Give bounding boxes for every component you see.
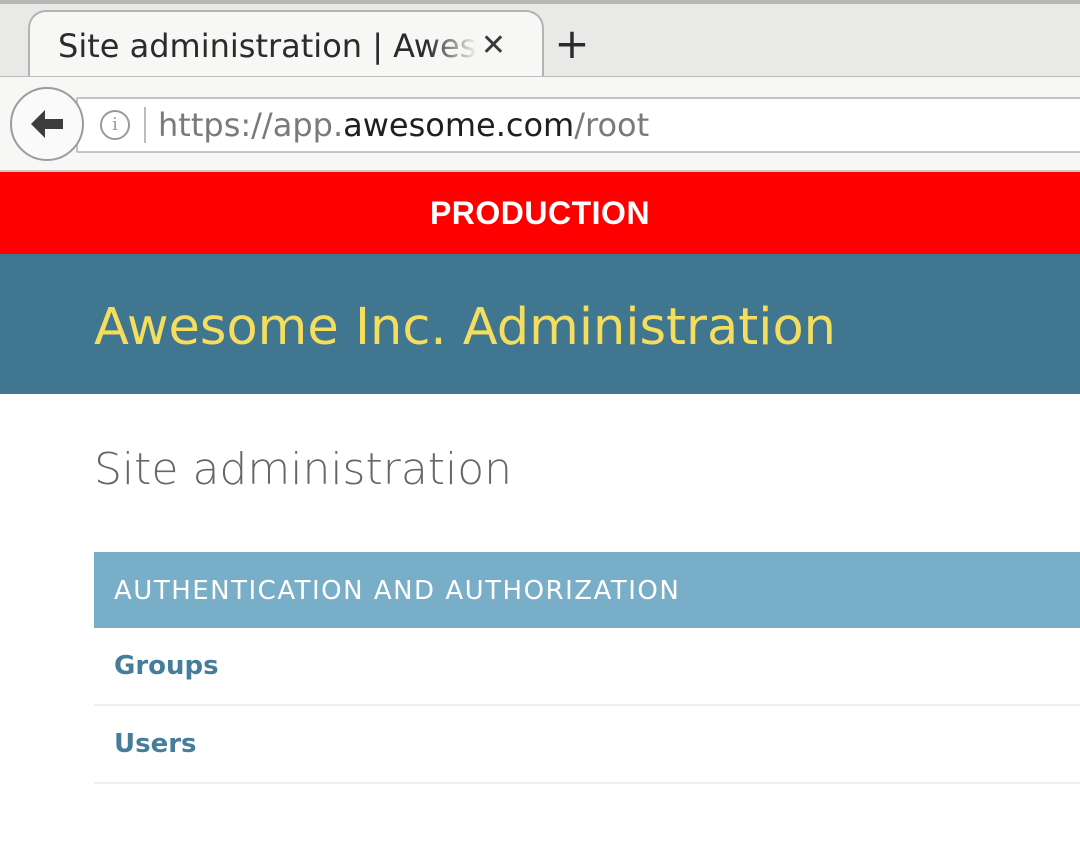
url-text[interactable]: https://app.awesome.com/root (158, 106, 649, 144)
url-separator (144, 107, 146, 143)
environment-banner: PRODUCTION (0, 172, 1080, 254)
model-row-users: Users (94, 706, 1080, 784)
back-button[interactable] (10, 87, 84, 161)
module-caption-link[interactable]: AUTHENTICATION AND AUTHORIZATION (94, 552, 1080, 628)
info-icon[interactable]: i (100, 110, 130, 140)
url-bar[interactable]: i https://app.awesome.com/root (76, 97, 1080, 153)
tab-title: Site administration | Awesome Inc. Admin… (58, 27, 478, 65)
url-host: awesome.com (343, 106, 575, 144)
browser-tabstrip: Site administration | Awesome Inc. Admin… (0, 0, 1080, 80)
browser-navbar: i https://app.awesome.com/root (0, 76, 1080, 172)
browser-tab-active[interactable]: Site administration | Awesome Inc. Admin… (28, 10, 544, 80)
model-link-groups[interactable]: Groups (114, 651, 219, 681)
model-row-groups: Groups (94, 628, 1080, 706)
app-module-auth: AUTHENTICATION AND AUTHORIZATION Groups … (94, 552, 1080, 784)
site-title-link[interactable]: Awesome Inc. Administration (94, 254, 1080, 402)
model-link-users[interactable]: Users (114, 729, 197, 759)
page-title: Site administration (94, 444, 513, 495)
site-header: Awesome Inc. Administration (0, 254, 1080, 394)
close-icon[interactable]: ✕ (481, 26, 506, 66)
plus-icon[interactable]: + (552, 22, 592, 66)
url-path: /root (574, 106, 650, 144)
url-scheme: https:// (158, 106, 273, 144)
url-subdomain: app. (272, 106, 344, 144)
arrow-left-icon (31, 110, 63, 138)
